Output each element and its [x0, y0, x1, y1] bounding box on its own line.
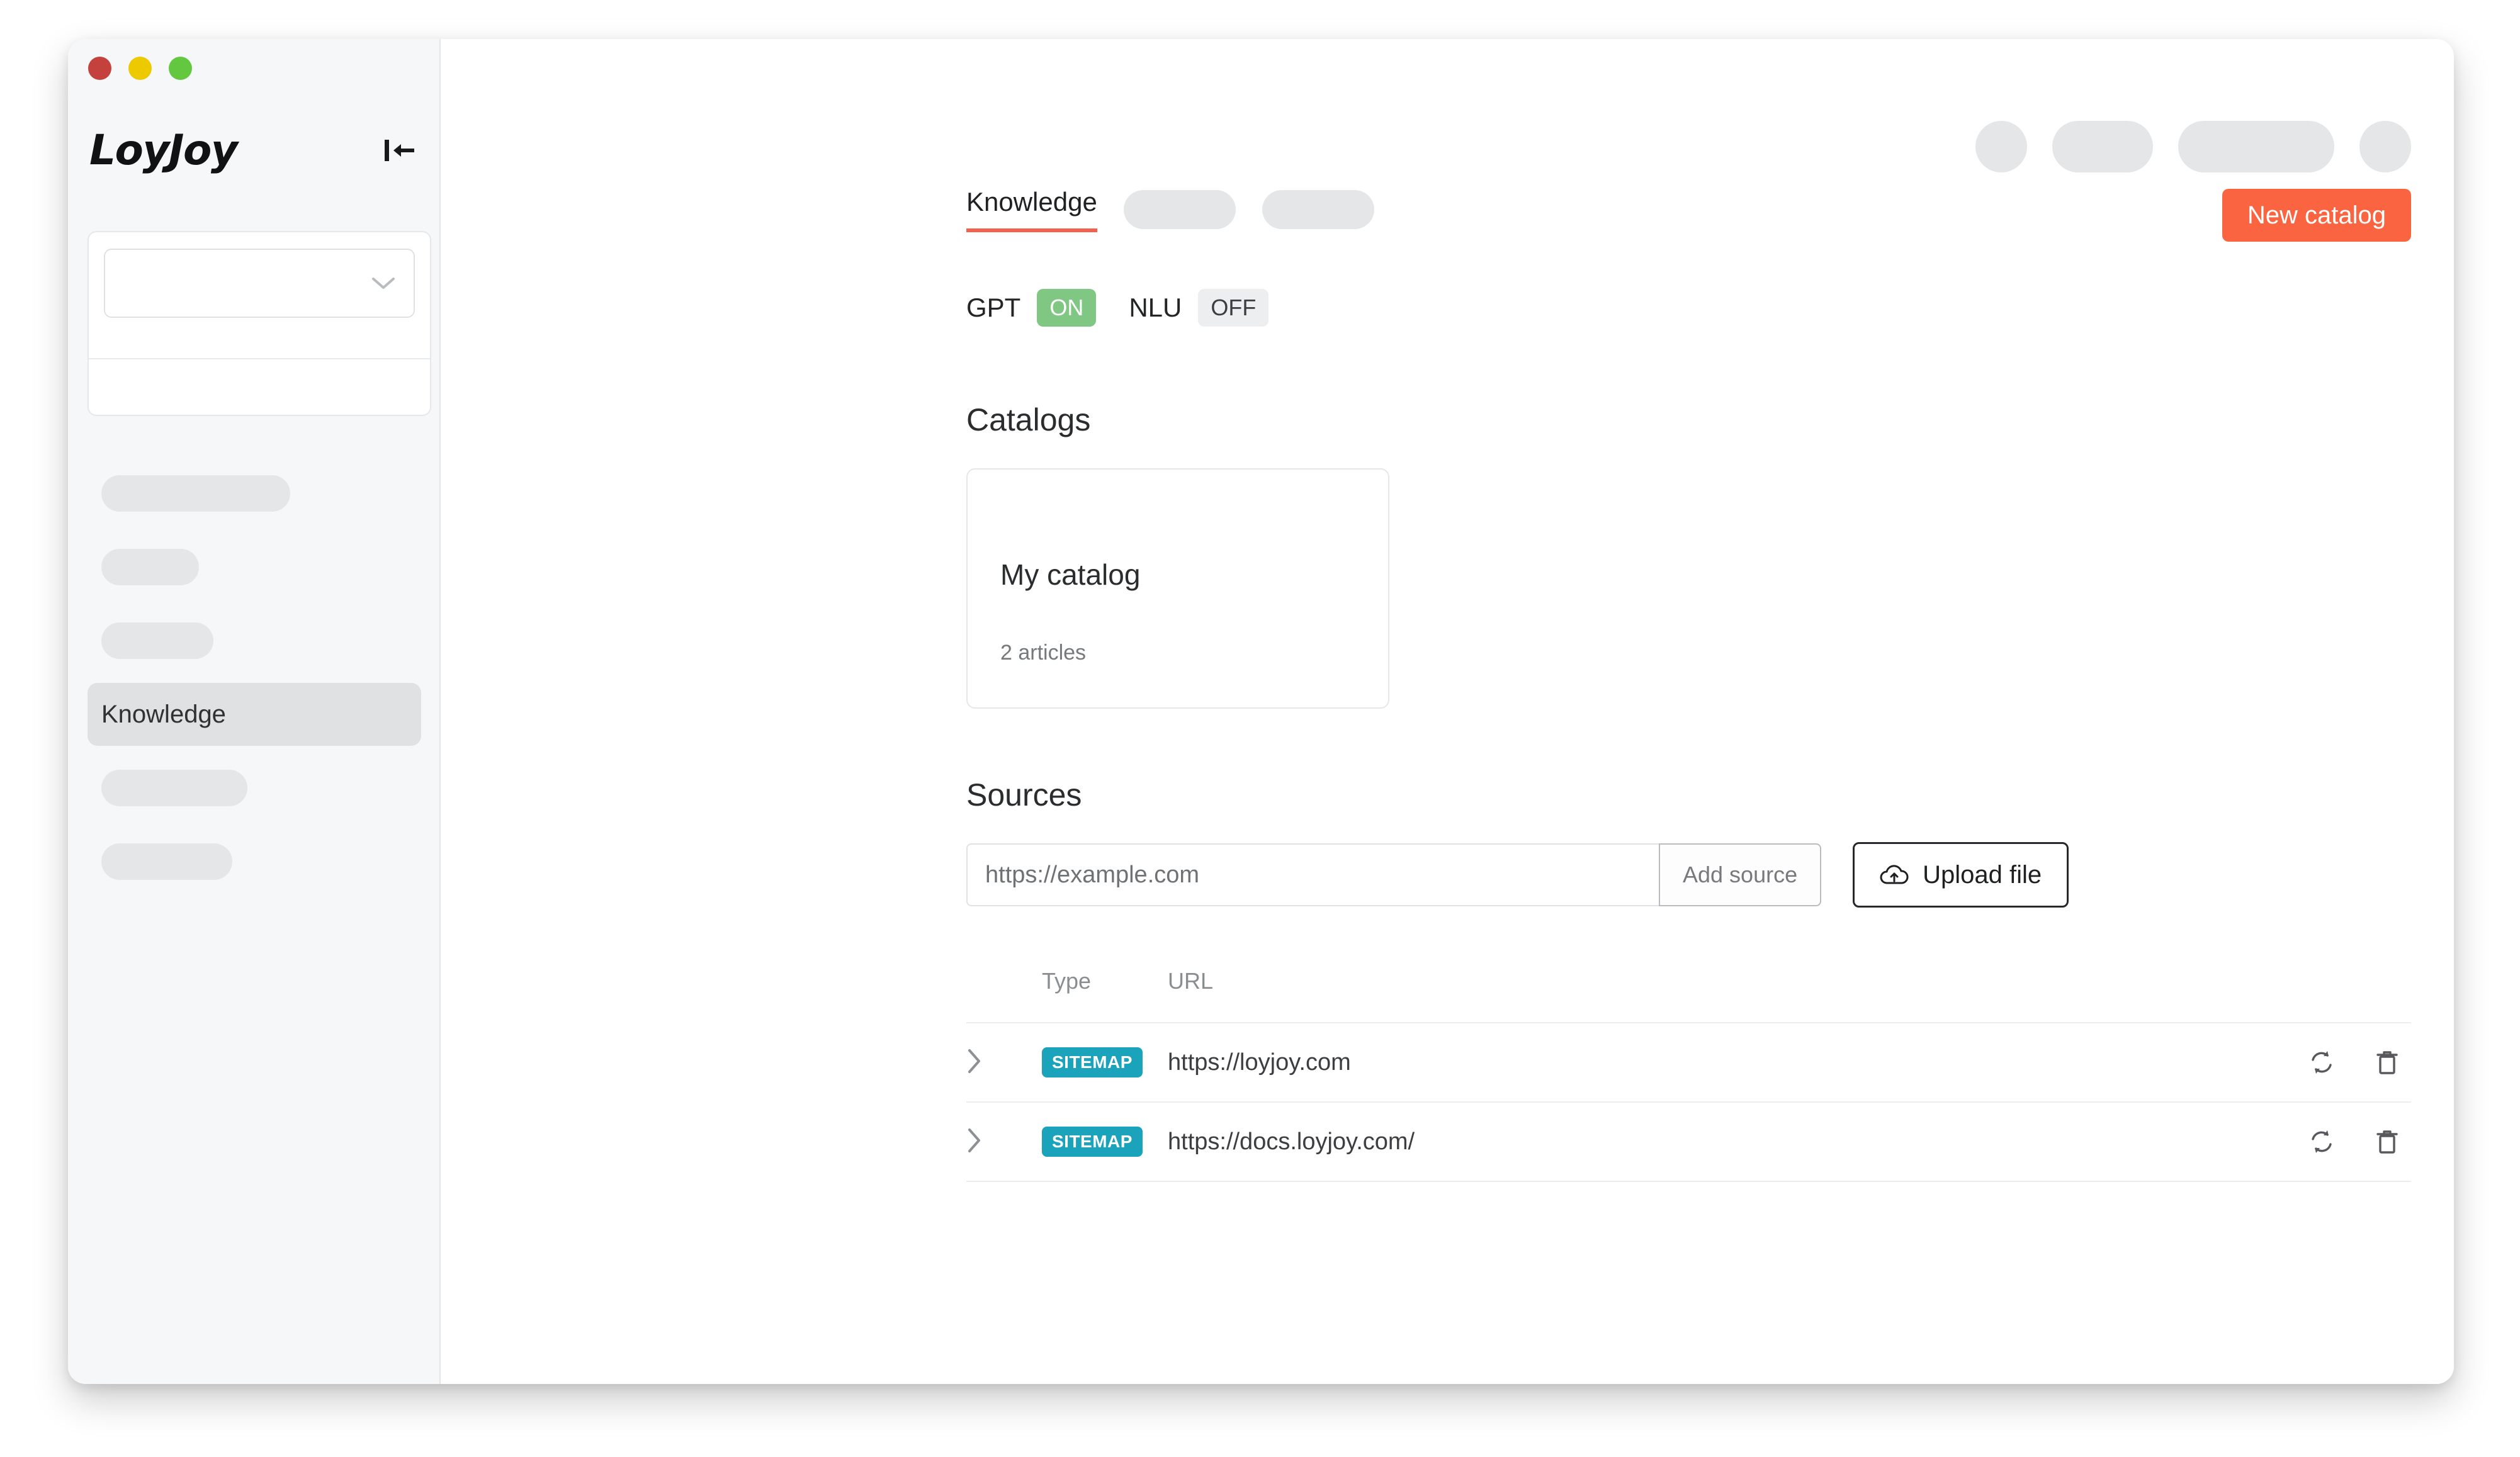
delete-source-button[interactable] [2375, 1128, 2400, 1156]
table-row: SITEMAP https://docs.loyjoy.com/ [966, 1101, 2411, 1182]
catalogs-heading: Catalogs [966, 402, 1091, 437]
gpt-label: GPT [966, 293, 1021, 322]
new-catalog-button[interactable]: New catalog [2222, 189, 2411, 242]
sidebar-item-6-placeholder [101, 843, 232, 880]
sidebar-item-6[interactable] [88, 830, 421, 893]
main-content: Knowledge New catalog GPT ON NLU OFF Cat… [441, 39, 2454, 1384]
actions-cell [2266, 1101, 2411, 1182]
catalog-card[interactable]: My catalog 2 articles [966, 468, 1389, 709]
header-placeholder-3[interactable] [2178, 121, 2334, 172]
actions-column-header [2266, 968, 2411, 1023]
catalog-article-count: 2 articles [1000, 641, 1087, 665]
sources-heading: Sources [966, 777, 1082, 813]
sidebar-item-1[interactable] [88, 462, 421, 525]
sidebar-item-5-placeholder [101, 770, 247, 806]
tab-knowledge[interactable]: Knowledge [966, 187, 1097, 232]
sidebar-item-2-placeholder [101, 549, 199, 585]
avatar[interactable] [2359, 121, 2411, 172]
brand-logo: LoyJoy [89, 126, 238, 174]
app-window: LoyJoy Knowledge Knowledge New catalog G… [68, 39, 2454, 1384]
sources-table: Type URL SITEMAP https://loyjoy.com SITE… [966, 968, 2411, 1182]
chevron-down-icon [372, 278, 395, 289]
url-cell: https://docs.loyjoy.com/ [1168, 1101, 2266, 1182]
sidebar-item-3[interactable] [88, 609, 421, 672]
cloud-upload-icon [1880, 865, 1909, 884]
type-cell: SITEMAP [1042, 1022, 1168, 1102]
actions-cell [2266, 1022, 2411, 1102]
sources-table-header-row: Type URL [966, 968, 2411, 1023]
knowledge-page: Knowledge New catalog GPT ON NLU OFF Cat… [966, 183, 2411, 1182]
header-placeholder-1[interactable] [1975, 121, 2027, 172]
sources-table-head: Type URL [966, 968, 2411, 1023]
minimize-window-button[interactable] [128, 57, 152, 80]
nlu-label: NLU [1129, 293, 1182, 322]
refresh-icon [2312, 1130, 2332, 1153]
upload-file-button[interactable]: Upload file [1853, 842, 2069, 908]
expand-cell[interactable] [966, 1022, 1042, 1102]
url-cell: https://loyjoy.com [1168, 1022, 2266, 1102]
refresh-icon [2312, 1051, 2332, 1074]
trash-icon [2376, 1130, 2398, 1154]
sidebar-item-knowledge-label: Knowledge [101, 700, 226, 728]
zoom-window-button[interactable] [169, 57, 192, 80]
tab-placeholder-1[interactable] [1123, 190, 1236, 229]
sidebar-nav: Knowledge [88, 462, 421, 904]
tab-bar: Knowledge [966, 183, 2411, 237]
type-cell: SITEMAP [1042, 1101, 1168, 1182]
refresh-source-button[interactable] [2308, 1049, 2336, 1076]
sidebar-item-2[interactable] [88, 536, 421, 599]
upload-file-label: Upload file [1923, 860, 2042, 889]
sidebar-card-body [89, 232, 430, 358]
delete-source-button[interactable] [2375, 1049, 2400, 1076]
sidebar-card-footer [89, 358, 430, 415]
chevron-right-icon [968, 1049, 980, 1073]
type-column-header: Type [1042, 968, 1092, 994]
header-placeholder-2[interactable] [2052, 121, 2153, 172]
catalog-name: My catalog [1000, 558, 1141, 591]
source-type-badge: SITEMAP [1042, 1047, 1143, 1077]
source-input-group: Add source [966, 843, 1822, 906]
add-source-form: Add source Upload file [966, 842, 2411, 908]
expand-cell[interactable] [966, 1101, 1042, 1182]
row-actions [2266, 1128, 2411, 1156]
source-url-input[interactable] [966, 843, 1659, 906]
source-type-badge: SITEMAP [1042, 1127, 1143, 1157]
url-column-header: URL [1168, 968, 1214, 994]
row-actions [2266, 1049, 2411, 1076]
tab-placeholder-2[interactable] [1262, 190, 1374, 229]
sidebar-item-3-placeholder [101, 622, 213, 659]
sidebar-item-1-placeholder [101, 475, 290, 512]
sidebar-header: LoyJoy [89, 127, 423, 174]
table-row: SITEMAP https://loyjoy.com [966, 1022, 2411, 1102]
header-toolbar [1975, 121, 2411, 172]
window-controls [88, 57, 192, 80]
refresh-source-button[interactable] [2308, 1128, 2336, 1156]
collapse-sidebar-button[interactable] [376, 127, 423, 174]
sources-table-body: SITEMAP https://loyjoy.com SITEMAP https… [966, 1022, 2411, 1182]
chevron-right-icon [968, 1128, 980, 1152]
sidebar-selector-card [88, 231, 431, 416]
sidebar-item-5[interactable] [88, 757, 421, 819]
add-source-button[interactable]: Add source [1659, 843, 1822, 906]
nlu-status-badge[interactable]: OFF [1198, 289, 1269, 327]
catalog-list: My catalog 2 articles [966, 468, 2411, 709]
collapse-sidebar-icon [385, 140, 414, 161]
gpt-status-badge[interactable]: ON [1037, 289, 1097, 327]
sidebar-item-knowledge[interactable]: Knowledge [88, 683, 421, 746]
close-window-button[interactable] [88, 57, 111, 80]
expand-column-header [966, 968, 1042, 1023]
engine-toggles: GPT ON NLU OFF [966, 282, 2411, 334]
trash-icon [2376, 1051, 2398, 1074]
project-select[interactable] [104, 249, 415, 318]
sidebar: LoyJoy Knowledge [68, 39, 441, 1384]
